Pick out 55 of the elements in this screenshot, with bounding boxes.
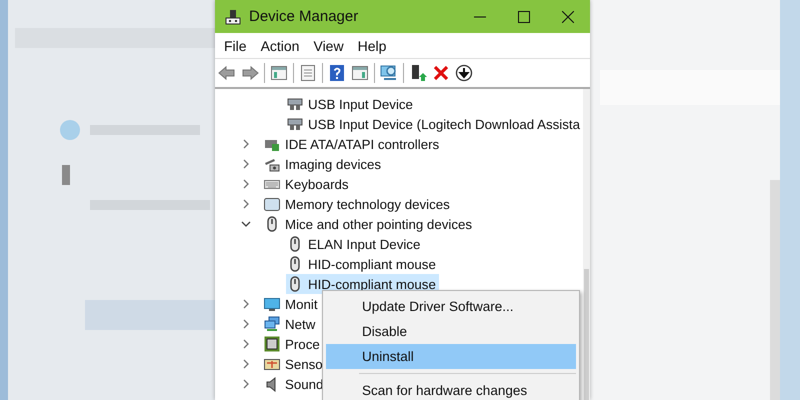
tree-item[interactable]: Keyboards <box>263 174 352 194</box>
expand-chevron-icon[interactable] <box>241 199 251 209</box>
window-title: Device Manager <box>249 8 360 25</box>
menu-item[interactable]: Uninstall <box>326 344 576 369</box>
camera-icon <box>264 156 280 172</box>
download-icon[interactable] <box>455 64 473 82</box>
forward-arrow-icon[interactable] <box>241 64 259 82</box>
help-icon[interactable] <box>328 64 346 82</box>
menu-item[interactable]: Action <box>254 36 306 56</box>
monitor-icon <box>264 296 280 312</box>
monitor-magnifier-icon[interactable] <box>380 64 398 82</box>
tree-item[interactable]: Senso <box>263 354 326 374</box>
tree-item[interactable]: Mice and other pointing devices <box>263 214 476 234</box>
tree-item[interactable]: HID-compliant mouse <box>286 254 439 274</box>
action-pane-icon[interactable] <box>351 64 369 82</box>
memory-icon <box>264 196 280 212</box>
menu-item[interactable]: Update Driver Software... <box>326 294 576 319</box>
tree-item[interactable]: Proce <box>263 334 323 354</box>
close-icon[interactable] <box>432 64 450 82</box>
expand-chevron-icon[interactable] <box>241 339 251 349</box>
expand-chevron-icon[interactable] <box>241 379 251 389</box>
tree-item[interactable]: Netw <box>263 314 318 334</box>
tree-item[interactable]: IDE ATA/ATAPI controllers <box>263 134 442 154</box>
expand-chevron-icon[interactable] <box>241 139 251 149</box>
tree-item[interactable]: Sound <box>263 374 326 394</box>
console-tree-icon[interactable] <box>270 64 288 82</box>
sensor-icon <box>264 356 280 372</box>
processor-icon <box>264 336 280 352</box>
tree-item[interactable]: Memory technology devices <box>263 194 453 214</box>
back-arrow-icon[interactable] <box>218 64 236 82</box>
expand-chevron-icon[interactable] <box>241 359 251 369</box>
scrollbar[interactable] <box>583 89 590 400</box>
collapse-chevron-icon[interactable] <box>241 219 251 229</box>
tree-item[interactable]: Imaging devices <box>263 154 384 174</box>
menu-item[interactable]: View <box>306 36 351 56</box>
close-icon <box>562 10 574 22</box>
menu-item[interactable]: Disable <box>326 319 576 344</box>
device-manager-icon <box>225 8 241 24</box>
tree-item[interactable]: USB Input Device <box>286 94 416 114</box>
expand-chevron-icon[interactable] <box>241 299 251 309</box>
usb-keyboard-icon <box>287 116 303 132</box>
tree-item[interactable]: USB Input Device (Logitech Download Assista <box>286 114 583 134</box>
usb-keyboard-icon <box>287 96 303 112</box>
menu-item[interactable]: Scan for hardware changes <box>326 378 576 400</box>
expand-chevron-icon[interactable] <box>241 159 251 169</box>
menu-item[interactable]: File <box>217 36 254 56</box>
tree-item[interactable]: Monit <box>263 294 321 314</box>
network-icon <box>264 316 280 332</box>
expand-chevron-icon[interactable] <box>241 319 251 329</box>
maximize-icon <box>518 10 530 22</box>
expand-chevron-icon[interactable] <box>241 179 251 189</box>
tree-item[interactable]: ELAN Input Device <box>286 234 424 254</box>
properties-icon[interactable] <box>299 64 317 82</box>
menu-item[interactable]: Help <box>350 36 394 56</box>
enable-device-icon[interactable] <box>409 64 427 82</box>
